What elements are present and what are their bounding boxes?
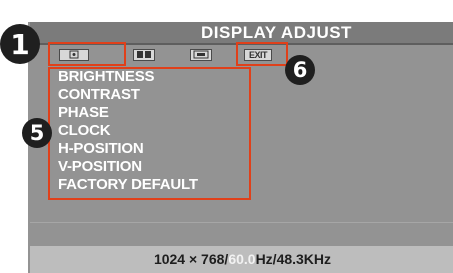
selected-tab-highlight xyxy=(48,42,126,66)
status-bar: 1024 × 768/60.0Hz/48.3KHz xyxy=(30,246,453,273)
menu-item-h-position[interactable]: H-POSITION xyxy=(58,140,198,158)
frequency-text: Hz/48.3KHz xyxy=(255,251,332,267)
tab-color-adjust[interactable] xyxy=(133,49,155,61)
menu-item-contrast[interactable]: CONTRAST xyxy=(58,86,198,104)
menu-item-phase[interactable]: PHASE xyxy=(58,104,198,122)
menu-item-v-position[interactable]: V-POSITION xyxy=(58,158,198,176)
settings-icon xyxy=(193,50,209,59)
callout-marker-5: 5 xyxy=(22,118,52,148)
divider xyxy=(30,222,453,223)
menu-item-brightness[interactable]: BRIGHTNESS xyxy=(58,68,198,86)
menu-item-clock[interactable]: CLOCK xyxy=(58,122,198,140)
osd-title: DISPLAY ADJUST xyxy=(201,23,352,42)
resolution-text: 1024 × 768/ xyxy=(153,251,229,267)
callout-marker-6: 6 xyxy=(285,55,315,85)
refresh-rate-value: 60.0 xyxy=(228,251,256,267)
callout-marker-1: 1 xyxy=(0,24,40,64)
signal-status: 1024 × 768/60.0Hz/48.3KHz xyxy=(30,246,453,273)
display-adjust-menu: BRIGHTNESS CONTRAST PHASE CLOCK H-POSITI… xyxy=(58,68,198,194)
color-adjust-icon xyxy=(137,51,151,58)
tab-settings[interactable] xyxy=(190,49,212,61)
menu-item-factory-default[interactable]: FACTORY DEFAULT xyxy=(58,176,198,194)
exit-tab-highlight xyxy=(236,42,288,66)
